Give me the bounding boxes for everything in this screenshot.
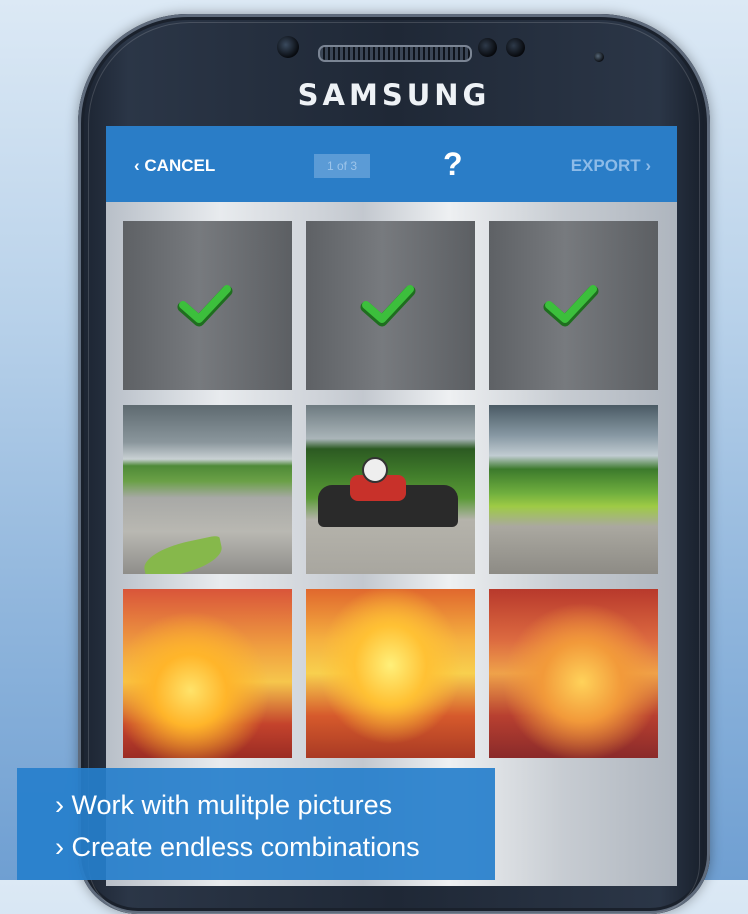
light-sensor-icon bbox=[506, 38, 525, 57]
page-indicator: 1 of 3 bbox=[314, 154, 370, 178]
top-bar: ‹ CANCEL 1 of 3 ? EXPORT › bbox=[106, 126, 677, 202]
brand-logo: SAMSUNG bbox=[297, 78, 491, 112]
checkmark-icon bbox=[360, 285, 416, 327]
photo-sunset-3[interactable] bbox=[489, 589, 658, 758]
photo-sunset-2[interactable] bbox=[306, 589, 475, 758]
cancel-button[interactable]: ‹ CANCEL bbox=[134, 156, 215, 176]
helmet-shape bbox=[362, 457, 388, 483]
checkmark-icon bbox=[177, 285, 233, 327]
checkmark-icon bbox=[543, 285, 599, 327]
front-camera-icon bbox=[277, 36, 299, 58]
help-button[interactable]: ? bbox=[443, 146, 463, 183]
proximity-sensor-icon bbox=[478, 38, 497, 57]
grid-slot-1[interactable] bbox=[123, 221, 292, 390]
grid-slot-3[interactable] bbox=[489, 221, 658, 390]
caption-line-2: › Create endless combinations bbox=[55, 832, 420, 862]
feature-caption: › Work with mulitple pictures › Create e… bbox=[17, 768, 495, 880]
photo-grass-road[interactable] bbox=[489, 405, 658, 574]
notification-led-icon bbox=[594, 52, 604, 62]
earpiece-speaker bbox=[318, 45, 472, 62]
caption-line-1: › Work with mulitple pictures bbox=[55, 790, 393, 820]
leaf-detail bbox=[140, 535, 226, 574]
photo-sunset-1[interactable] bbox=[123, 589, 292, 758]
photo-race-track[interactable] bbox=[123, 405, 292, 574]
grid-slot-2[interactable] bbox=[306, 221, 475, 390]
photo-go-kart[interactable] bbox=[306, 405, 475, 574]
export-button[interactable]: EXPORT › bbox=[571, 156, 651, 176]
